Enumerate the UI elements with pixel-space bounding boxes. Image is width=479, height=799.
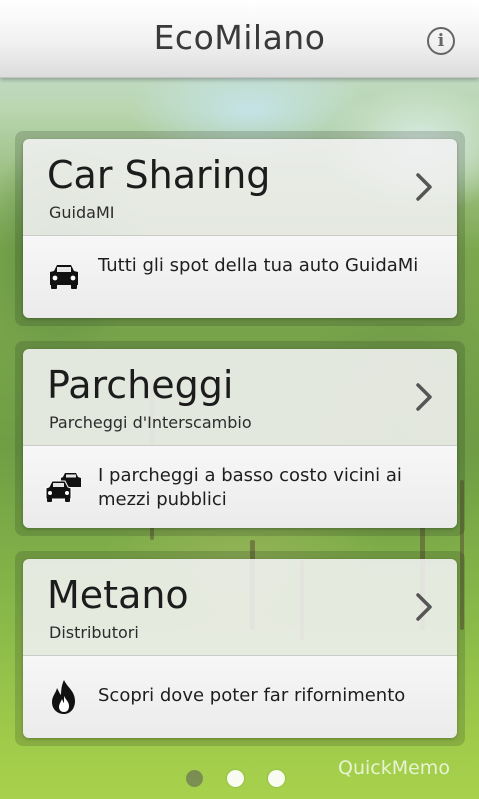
- card-info-row[interactable]: Tutti gli spot della tua auto GuidaMi: [23, 236, 457, 318]
- card-title: Parcheggi: [47, 363, 234, 407]
- card-title: Car Sharing: [47, 153, 271, 197]
- page-dot-active[interactable]: [186, 770, 203, 787]
- chevron-right-icon: [416, 593, 432, 621]
- chevron-right-icon: [416, 173, 432, 201]
- app-title: EcoMilano: [153, 18, 326, 57]
- card-info-row[interactable]: Scopri dove poter far rifornimento: [23, 656, 457, 738]
- page-dot[interactable]: [268, 770, 285, 787]
- flame-icon: [52, 680, 75, 714]
- card-title: Metano: [47, 573, 189, 617]
- card-header[interactable]: Car Sharing GuidaMI: [23, 139, 457, 236]
- info-icon[interactable]: i: [427, 27, 455, 55]
- card-description: Scopri dove poter far rifornimento: [98, 685, 406, 706]
- card-info-row[interactable]: I parcheggi a basso costo vicini ai mezz…: [23, 446, 457, 528]
- card-parcheggi-frame: Parcheggi Parcheggi d'Interscambio I par…: [15, 341, 465, 536]
- app-header: EcoMilano i: [0, 0, 479, 78]
- card-header[interactable]: Metano Distributori: [23, 559, 457, 656]
- chevron-right-icon: [416, 383, 432, 411]
- card-header[interactable]: Parcheggi Parcheggi d'Interscambio: [23, 349, 457, 446]
- card-description: Tutti gli spot della tua auto GuidaMi: [98, 255, 419, 276]
- card-description: I parcheggi a basso costo vicini ai mezz…: [98, 465, 402, 510]
- card-parcheggi[interactable]: Parcheggi Parcheggi d'Interscambio I par…: [23, 349, 457, 528]
- card-metano[interactable]: Metano Distributori Scopri dove poter fa…: [23, 559, 457, 738]
- watermark-text: QuickMemo: [338, 757, 450, 779]
- car-icon: [50, 265, 78, 289]
- card-subtitle: Distributori: [49, 623, 139, 642]
- page-dot[interactable]: [227, 770, 244, 787]
- card-subtitle: GuidaMI: [49, 203, 115, 222]
- parking-cars-icon: [45, 473, 81, 502]
- card-car-sharing[interactable]: Car Sharing GuidaMI Tutti gli spot della…: [23, 139, 457, 318]
- card-subtitle: Parcheggi d'Interscambio: [49, 413, 252, 432]
- card-car-sharing-frame: Car Sharing GuidaMI Tutti gli spot della…: [15, 131, 465, 326]
- card-metano-frame: Metano Distributori Scopri dove poter fa…: [15, 551, 465, 746]
